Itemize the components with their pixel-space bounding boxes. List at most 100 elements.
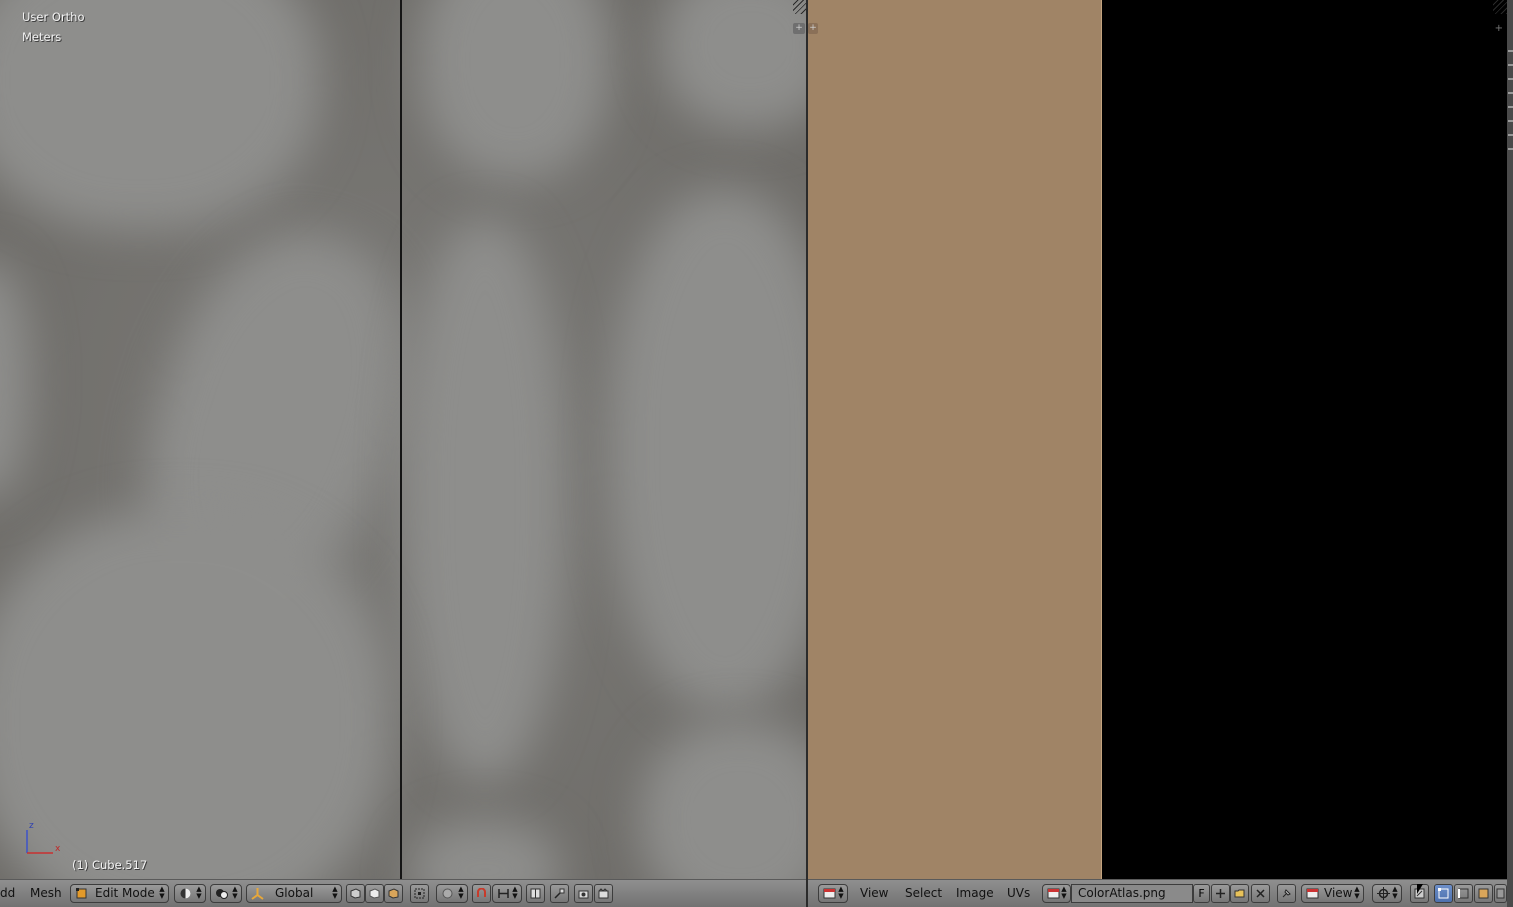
chevron-updown-icon: ▲ ▼ [1392,885,1398,900]
edge-tick [1508,50,1513,52]
mesh-blob [660,0,807,130]
edge-tick [1508,64,1513,66]
proportional-edit-selector[interactable]: ▲ ▼ [436,884,468,903]
editor-divider[interactable] [806,0,808,907]
chevron-updown-icon: ▲ ▼ [512,885,518,900]
units-label: Meters [22,30,62,44]
snap-element-selector[interactable]: ▲ ▼ [492,884,522,903]
orientation-label: Global [275,886,314,900]
menu-uvs[interactable]: UVs [1007,886,1030,900]
mouse-cursor-icon [1417,884,1423,894]
editor-type-selector[interactable]: ▲ ▼ [818,884,848,903]
snap-target-button[interactable] [526,884,545,903]
limit-selection-button[interactable] [410,884,429,903]
render-anim-icon [598,888,609,899]
area-split-corner[interactable] [793,0,807,14]
viewport-shading-icon [180,888,191,899]
mesh-blob [610,190,807,710]
limit-selection-icon [414,888,425,899]
uv-toolshelf-toggle-icon[interactable]: + [808,23,818,34]
menu-select[interactable]: Select [905,886,942,900]
menu-image[interactable]: Image [956,886,994,900]
snap-magnet-icon [477,888,486,897]
mesh-seam-line [400,0,402,879]
wire-face-icon [369,888,380,899]
mesh-blob [410,820,560,879]
snap-element-icon [554,888,565,899]
image-icon [1306,888,1319,899]
menu-add[interactable]: dd [0,886,15,900]
vertex-select-uv-button[interactable] [1434,884,1453,903]
scrollbar-edge[interactable] [1507,0,1513,907]
edge-select-icon [1458,888,1469,899]
face-select-icon [1478,888,1489,899]
menu-mesh[interactable]: Mesh [30,886,62,900]
orientation-selector[interactable]: Global ▲ ▼ [246,884,342,903]
edge-select-button[interactable] [365,884,384,903]
mesh-blob [420,0,610,180]
view-mode-selector[interactable]: View ▲ ▼ [1301,884,1364,903]
mesh-blob [640,720,807,879]
pivot-icon [1377,887,1390,900]
chevron-updown-icon: ▲ ▼ [1061,885,1067,900]
image-editor-icon [823,888,836,899]
edge-tick [1508,106,1513,108]
3d-viewport[interactable]: User Ortho Meters (1) Cube.517 z x + + [0,0,807,879]
chevron-updown-icon: ▲ ▼ [232,885,238,900]
pin-image-button[interactable] [1277,884,1296,903]
viewport-shading-selector[interactable]: ▲ ▼ [174,884,206,903]
proportional-edit-icon [442,888,453,899]
transform-manipulator-icon [251,888,264,900]
chevron-updown-icon: ▲ ▼ [196,885,202,900]
folder-icon [1234,889,1245,898]
solid-face-icon [350,888,361,899]
mirror-icon [530,888,541,899]
image-name-field[interactable]: ColorAtlas.png [1071,884,1193,903]
uv-area-split-corner[interactable] [1493,0,1507,14]
face-select-button[interactable] [384,884,403,903]
uv-image-editor[interactable]: + + [808,0,1507,879]
object-info-label: (1) Cube.517 [72,858,148,872]
face-select-uv-button[interactable] [1474,884,1493,903]
toolshelf-toggle-icon[interactable]: + [793,23,805,34]
uv-pivot-selector[interactable]: ▲ ▼ [1372,884,1402,903]
render-button[interactable] [574,884,593,903]
box-face-icon [388,888,399,899]
snap-toggle-button[interactable] [472,884,491,903]
chevron-updown-icon: ▲ ▼ [458,885,464,900]
axis-gizmo-icon: z x [26,821,61,854]
pivot-selector[interactable]: ▲ ▼ [210,884,242,903]
render-icon [578,890,589,899]
mesh-blob [405,220,565,780]
image-editor-header: ▲ ▼ View Select Image UVs ▲ ▼ ColorAtlas.p… [808,879,1507,907]
mode-selector[interactable]: Edit Mode ▲ ▼ [70,884,169,903]
vertex-select-icon [1438,888,1449,899]
edge-select-uv-button[interactable] [1454,884,1473,903]
open-image-button[interactable] [1230,884,1249,903]
chevron-updown-icon: ▲ ▼ [1354,885,1360,900]
image-icon [1047,888,1060,899]
chevron-updown-icon: ▲ ▼ [838,885,844,900]
fake-user-button[interactable]: F [1193,884,1210,903]
menu-view[interactable]: View [860,886,888,900]
snap-element-icon [498,889,509,898]
axis-x-label: x [55,844,61,854]
new-image-button[interactable] [1211,884,1230,903]
uv-properties-plus-icon[interactable]: + [1495,23,1503,34]
uv-sync-button[interactable] [550,884,569,903]
close-icon [1256,889,1265,898]
image-browse-button[interactable]: ▲ ▼ [1042,884,1071,903]
chevron-updown-icon: ▲ ▼ [159,885,165,900]
edge-tick [1508,78,1513,80]
render-animation-button[interactable] [594,884,613,903]
texture-image [808,0,1102,879]
view-mode-label: View [1324,886,1353,900]
view-name-label: User Ortho [22,10,85,24]
edit-mode-icon [76,888,87,899]
island-select-uv-button[interactable] [1494,884,1507,903]
unlink-image-button[interactable] [1251,884,1270,903]
edge-tick [1508,120,1513,122]
chevron-updown-icon: ▲ ▼ [332,885,338,900]
axis-z-label: z [29,821,34,831]
vertex-select-button[interactable] [346,884,365,903]
